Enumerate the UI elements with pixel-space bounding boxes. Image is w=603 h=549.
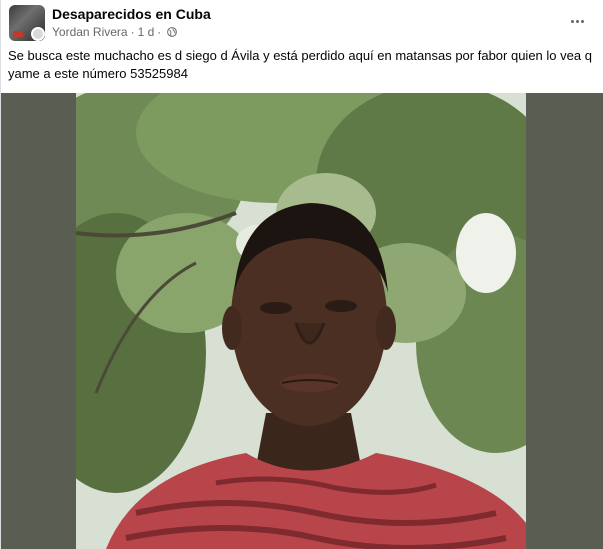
group-avatar[interactable] <box>9 5 45 41</box>
meta-separator: · <box>157 25 162 39</box>
post-header: Desaparecidos en Cuba Yordan Rivera · 1 … <box>9 5 599 41</box>
post-meta: Yordan Rivera · 1 d · <box>52 25 178 39</box>
avatar-flag-stripe <box>13 31 23 37</box>
author-name-link[interactable]: Yordan Rivera <box>52 25 128 39</box>
post-time-link[interactable]: 1 d <box>138 25 155 39</box>
more-options-button[interactable] <box>564 9 590 33</box>
person-photo <box>76 93 526 549</box>
post-photo[interactable] <box>76 93 526 549</box>
meta-separator: · <box>130 25 135 39</box>
post-message: Se busca este muchacho es d siego d Ávil… <box>8 48 592 81</box>
facebook-post: Desaparecidos en Cuba Yordan Rivera · 1 … <box>0 0 603 549</box>
author-avatar[interactable] <box>31 27 45 41</box>
photo-container[interactable] <box>1 93 603 549</box>
globe-icon[interactable] <box>167 27 178 37</box>
group-name-link[interactable]: Desaparecidos en Cuba <box>52 6 211 22</box>
more-options-icon <box>570 19 584 23</box>
